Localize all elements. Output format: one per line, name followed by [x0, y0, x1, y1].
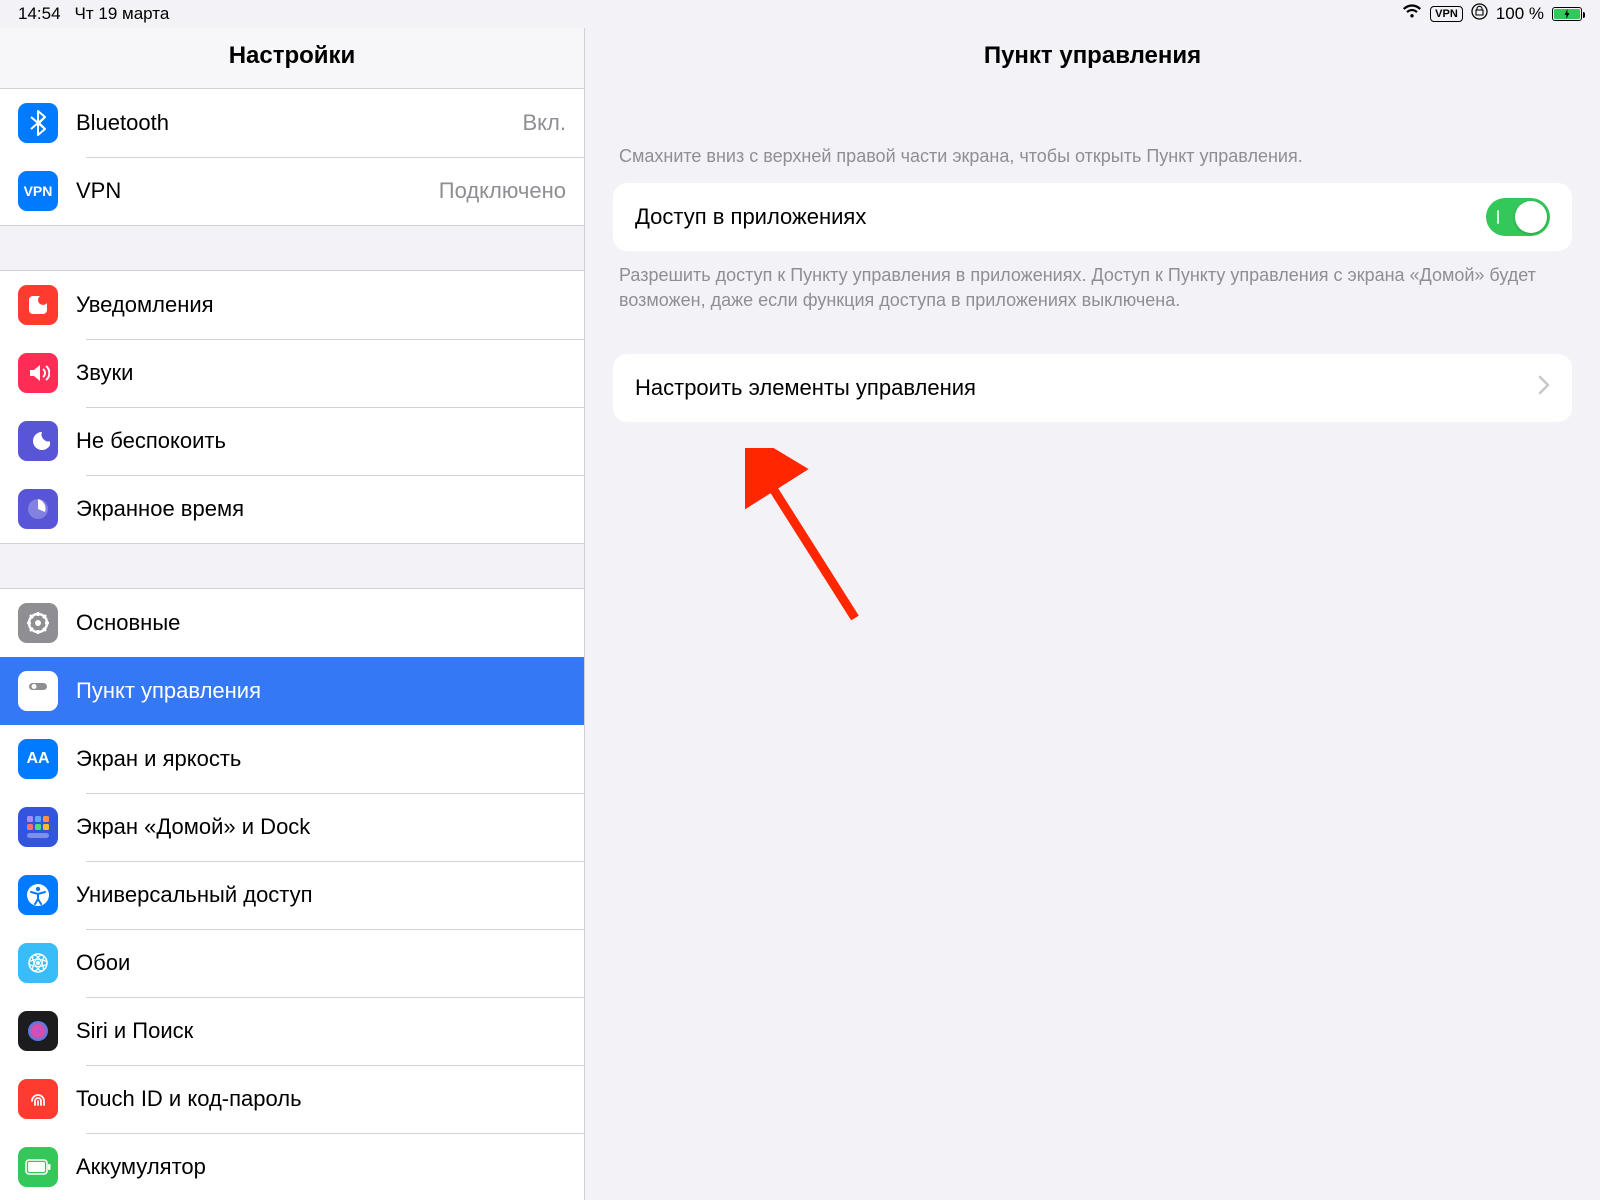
sidebar-item-bluetooth[interactable]: BluetoothВкл.	[0, 89, 584, 157]
sidebar-item-label: Не беспокоить	[76, 428, 566, 454]
sidebar-item-label: Аккумулятор	[76, 1154, 566, 1180]
customize-controls-label: Настроить элементы управления	[635, 375, 1538, 401]
siri-icon	[18, 1011, 58, 1051]
access-in-apps-toggle[interactable]	[1486, 198, 1550, 236]
battery-percent: 100 %	[1496, 4, 1544, 24]
sidebar-item-label: Звуки	[76, 360, 566, 386]
annotation-arrow-icon	[745, 448, 885, 648]
sidebar-item-siri[interactable]: Siri и Поиск	[0, 997, 584, 1065]
sidebar-title: Настройки	[0, 28, 584, 88]
intro-help-text: Смахните вниз с верхней правой части экр…	[619, 144, 1566, 169]
sidebar-item-dnd[interactable]: Не беспокоить	[0, 407, 584, 475]
sidebar-item-controlcenter[interactable]: Пункт управления	[0, 657, 584, 725]
general-icon	[18, 603, 58, 643]
controlcenter-icon	[18, 671, 58, 711]
battery-icon	[1552, 7, 1582, 21]
sidebar-item-label: Экран и яркость	[76, 746, 566, 772]
sidebar-item-label: Обои	[76, 950, 566, 976]
sidebar-item-label: VPN	[76, 178, 439, 204]
sounds-icon	[18, 353, 58, 393]
detail-pane: Пункт управления Смахните вниз с верхней…	[585, 28, 1600, 1200]
bluetooth-icon	[18, 103, 58, 143]
status-bar: 14:54 Чт 19 марта VPN 100 %	[0, 0, 1600, 28]
dnd-icon	[18, 421, 58, 461]
battery-icon	[18, 1147, 58, 1187]
sidebar-item-wallpaper[interactable]: Обои	[0, 929, 584, 997]
sidebar-item-detail: Вкл.	[523, 110, 567, 136]
vpn-icon: VPN	[18, 171, 58, 211]
screentime-icon	[18, 489, 58, 529]
sidebar-item-sounds[interactable]: Звуки	[0, 339, 584, 407]
sidebar-item-label: Bluetooth	[76, 110, 523, 136]
home-icon	[18, 807, 58, 847]
sidebar-item-display[interactable]: AA Экран и яркость	[0, 725, 584, 793]
sidebar-item-vpn[interactable]: VPNVPNПодключено	[0, 157, 584, 225]
sidebar-item-home[interactable]: Экран «Домой» и Dock	[0, 793, 584, 861]
sidebar-item-label: Экран «Домой» и Dock	[76, 814, 566, 840]
sidebar-item-label: Siri и Поиск	[76, 1018, 566, 1044]
access-in-apps-label: Доступ в приложениях	[635, 204, 1486, 230]
sidebar-item-label: Экранное время	[76, 496, 566, 522]
notifications-icon	[18, 285, 58, 325]
sidebar-item-label: Основные	[76, 610, 566, 636]
sidebar-item-battery[interactable]: Аккумулятор	[0, 1133, 584, 1200]
wifi-icon	[1402, 4, 1422, 24]
sidebar-item-general[interactable]: Основные	[0, 589, 584, 657]
touchid-icon	[18, 1079, 58, 1119]
sidebar-item-notifications[interactable]: Уведомления	[0, 271, 584, 339]
status-date: Чт 19 марта	[75, 4, 170, 24]
orientation-lock-icon	[1471, 3, 1488, 25]
wallpaper-icon	[18, 943, 58, 983]
sidebar-item-detail: Подключено	[439, 178, 566, 204]
sidebar-item-label: Универсальный доступ	[76, 882, 566, 908]
status-time: 14:54	[18, 4, 61, 24]
sidebar-item-accessibility[interactable]: Универсальный доступ	[0, 861, 584, 929]
access-help-text: Разрешить доступ к Пункту управления в п…	[619, 263, 1566, 313]
detail-title: Пункт управления	[585, 28, 1600, 88]
settings-sidebar: Настройки BluetoothВкл.VPNVPNПодключено …	[0, 28, 585, 1200]
accessibility-icon	[18, 875, 58, 915]
access-in-apps-row[interactable]: Доступ в приложениях	[613, 183, 1572, 251]
display-icon: AA	[18, 739, 58, 779]
sidebar-item-label: Уведомления	[76, 292, 566, 318]
sidebar-item-label: Пункт управления	[76, 678, 566, 704]
chevron-right-icon	[1538, 375, 1550, 401]
vpn-badge: VPN	[1430, 6, 1463, 22]
sidebar-item-touchid[interactable]: Touch ID и код-пароль	[0, 1065, 584, 1133]
sidebar-item-label: Touch ID и код-пароль	[76, 1086, 566, 1112]
sidebar-item-screentime[interactable]: Экранное время	[0, 475, 584, 543]
customize-controls-row[interactable]: Настроить элементы управления	[613, 354, 1572, 422]
